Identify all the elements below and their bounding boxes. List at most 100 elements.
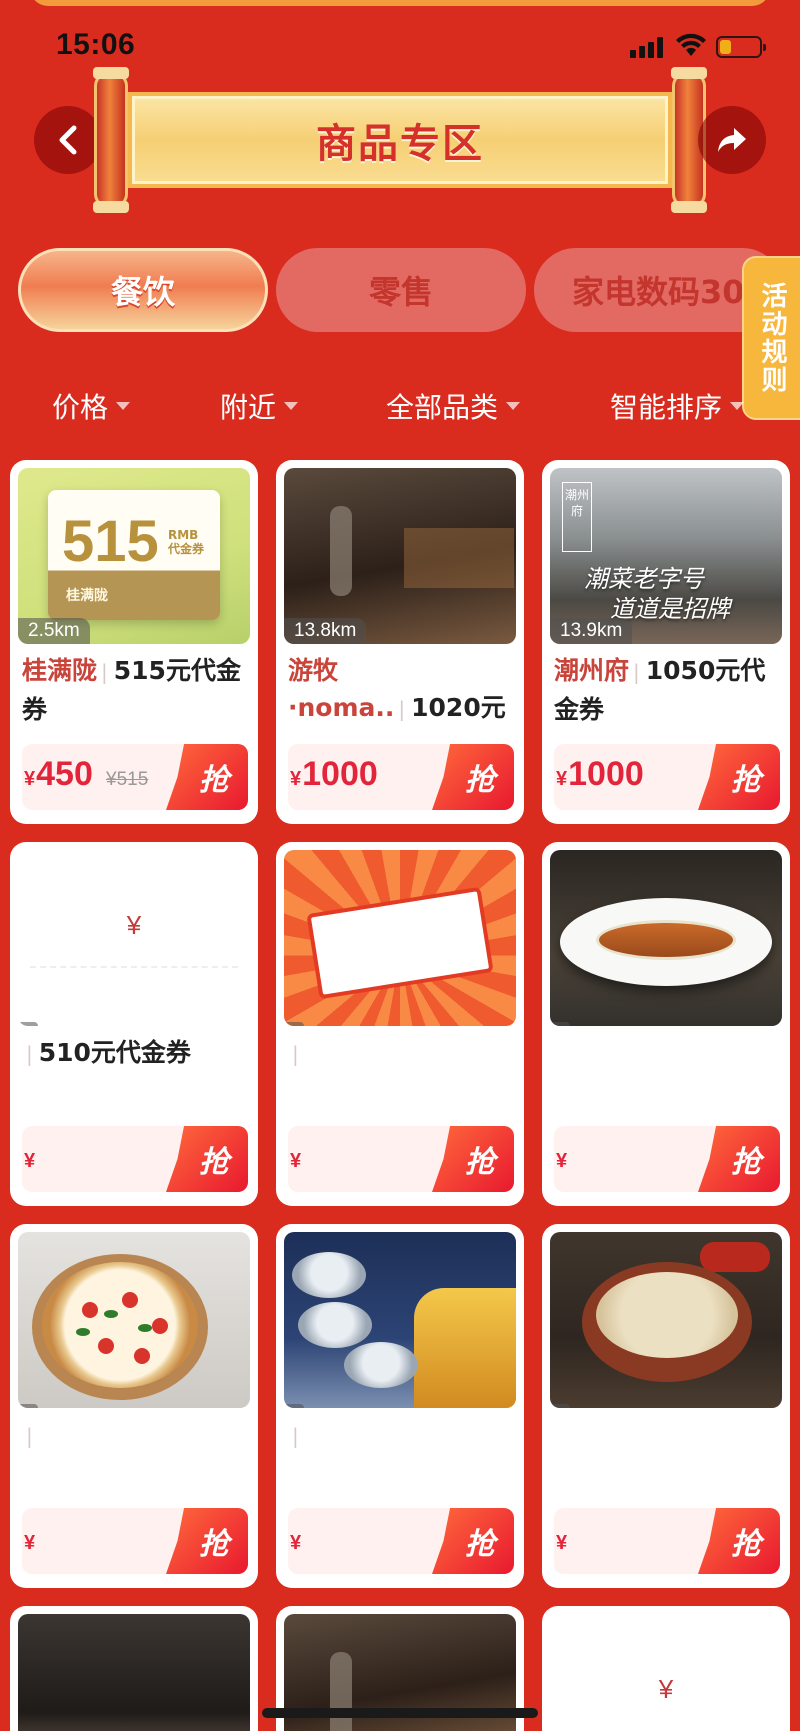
caret-down-icon <box>284 402 299 410</box>
product-brand: 潮州府 <box>554 656 630 685</box>
voucher-graphic-unit: RMB 代金券 <box>168 528 205 556</box>
slogan-line: 潮菜老字号 <box>584 565 704 593</box>
product-brand: 桂满陇 <box>22 656 98 685</box>
distance-badge <box>284 1404 304 1408</box>
product-card[interactable]: ¥ 抢 <box>542 1224 790 1588</box>
distance-badge <box>18 1022 38 1026</box>
product-image: ¥ <box>550 1614 782 1731</box>
voucher-graphic-number: 515 <box>62 509 159 574</box>
oyster-graphic <box>344 1342 418 1388</box>
filter-price[interactable]: 价格 <box>52 386 131 426</box>
grab-button[interactable]: 抢 <box>698 744 780 810</box>
price-bar: ¥1000 抢 <box>288 744 514 810</box>
distance-badge <box>18 1404 38 1408</box>
product-image: ¥ <box>18 850 250 1026</box>
title-separator: | <box>101 660 108 684</box>
decor-panel <box>330 1652 352 1731</box>
caret-down-icon <box>506 402 521 410</box>
product-card[interactable]: 515 RMB 代金券 桂满陇 2.5km 桂满陇 | 515元代金券 ¥450 ¥5… <box>10 460 258 824</box>
grab-button[interactable]: 抢 <box>432 1508 514 1574</box>
product-image <box>18 1232 250 1408</box>
product-price: ¥ <box>556 1532 568 1554</box>
grab-button[interactable]: 抢 <box>432 744 514 810</box>
dashed-divider <box>30 966 238 968</box>
oyster-graphic <box>292 1252 366 1298</box>
filter-category-label: 全部品类 <box>386 391 499 424</box>
product-price: ¥ <box>24 1532 36 1554</box>
product-name: 510元代金券 <box>38 1038 191 1067</box>
header-scroll-banner: 商品专区 <box>72 67 728 213</box>
grab-button[interactable]: 抢 <box>166 1126 248 1192</box>
product-card[interactable]: 13.8km 游牧·noma..|1020元代金券 ¥1000 抢 <box>276 460 524 824</box>
tab-retail[interactable]: 零售 <box>276 248 526 332</box>
product-card[interactable]: | ¥ 抢 <box>276 842 524 1206</box>
share-button[interactable] <box>698 106 766 174</box>
scroll-roll-left <box>93 67 129 213</box>
grab-button[interactable]: 抢 <box>698 1508 780 1574</box>
grab-button[interactable]: 抢 <box>698 1126 780 1192</box>
product-price: ¥ <box>290 1150 302 1172</box>
price-bar: ¥ 抢 <box>22 1126 248 1192</box>
grab-button[interactable]: 抢 <box>166 1508 248 1574</box>
filter-category[interactable]: 全部品类 <box>386 386 521 426</box>
filter-nearby[interactable]: 附近 <box>220 386 299 426</box>
filter-sort-label: 智能排序 <box>610 391 723 424</box>
distance-badge <box>284 1022 304 1026</box>
activity-rules-button[interactable]: 活动规则 <box>742 256 800 420</box>
distance-badge: 13.9km <box>550 618 633 644</box>
chili-graphic <box>700 1242 770 1272</box>
oyster-graphic <box>298 1302 372 1348</box>
product-price: ¥1000 <box>290 755 378 793</box>
product-price: ¥ <box>24 1150 36 1172</box>
voucher-graphic: 515 RMB 代金券 桂满陇 <box>48 490 220 620</box>
product-card[interactable]: ¥ | 510元代金券 ¥ 抢 <box>10 842 258 1206</box>
broth-graphic <box>414 1288 516 1408</box>
voucher-value: ¥ <box>126 910 142 940</box>
decor-bar <box>404 528 514 588</box>
brand-seal: 潮州府 <box>562 482 592 552</box>
filter-bar: 价格 附近 全部品类 智能排序 <box>0 386 745 438</box>
filter-price-label: 价格 <box>52 391 109 424</box>
product-brand: 游牧·noma.. <box>288 656 395 722</box>
home-indicator <box>262 1708 538 1718</box>
product-title: | <box>22 1416 248 1496</box>
filter-nearby-label: 附近 <box>220 391 277 424</box>
product-title: | 510元代金券 <box>22 1034 248 1114</box>
product-card[interactable]: | ¥ 抢 <box>276 1224 524 1588</box>
cellular-signal-icon <box>630 36 666 58</box>
product-image <box>284 1232 516 1408</box>
category-tabs: 餐饮 零售 家电数码30 <box>0 246 800 336</box>
product-card[interactable]: ¥ 抢 <box>542 842 790 1206</box>
wifi-icon <box>676 33 706 56</box>
product-title <box>554 1416 780 1496</box>
tab-catering[interactable]: 餐饮 <box>18 248 268 332</box>
product-price: ¥ <box>290 1532 302 1554</box>
pizza-graphic <box>42 1262 198 1388</box>
caret-down-icon <box>116 402 131 410</box>
filter-sort[interactable]: 智能排序 <box>610 386 745 426</box>
product-card[interactable] <box>10 1606 258 1731</box>
page-title: 商品专区 <box>316 121 484 167</box>
decor-panel <box>330 506 352 596</box>
product-card[interactable]: 潮州府 潮菜老字号 道道是招牌 13.9km 潮州府 | 1050元代金券 ¥1000… <box>542 460 790 824</box>
title-separator: | <box>398 697 406 721</box>
grab-button[interactable]: 抢 <box>432 1126 514 1192</box>
product-card[interactable]: | ¥ 抢 <box>10 1224 258 1588</box>
grab-button[interactable]: 抢 <box>166 744 248 810</box>
fish-graphic <box>596 920 736 960</box>
price-bar: ¥ 抢 <box>288 1126 514 1192</box>
price-bar: ¥1000 抢 <box>554 744 780 810</box>
product-image: 潮州府 潮菜老字号 道道是招牌 13.9km <box>550 468 782 644</box>
product-title: 游牧·noma..|1020元代金券 <box>288 652 514 732</box>
price-bar: ¥ 抢 <box>22 1508 248 1574</box>
voucher-value: ¥ <box>658 1674 674 1704</box>
product-title: | <box>288 1034 514 1114</box>
product-card[interactable]: ¥ <box>542 1606 790 1731</box>
product-image: 515 RMB 代金券 桂满陇 2.5km <box>18 468 250 644</box>
battery-icon <box>716 36 766 58</box>
product-title: | <box>288 1416 514 1496</box>
product-image <box>550 1232 782 1408</box>
title-separator: | <box>292 1042 299 1066</box>
caret-down-icon <box>730 402 745 410</box>
title-separator: | <box>292 1424 299 1448</box>
